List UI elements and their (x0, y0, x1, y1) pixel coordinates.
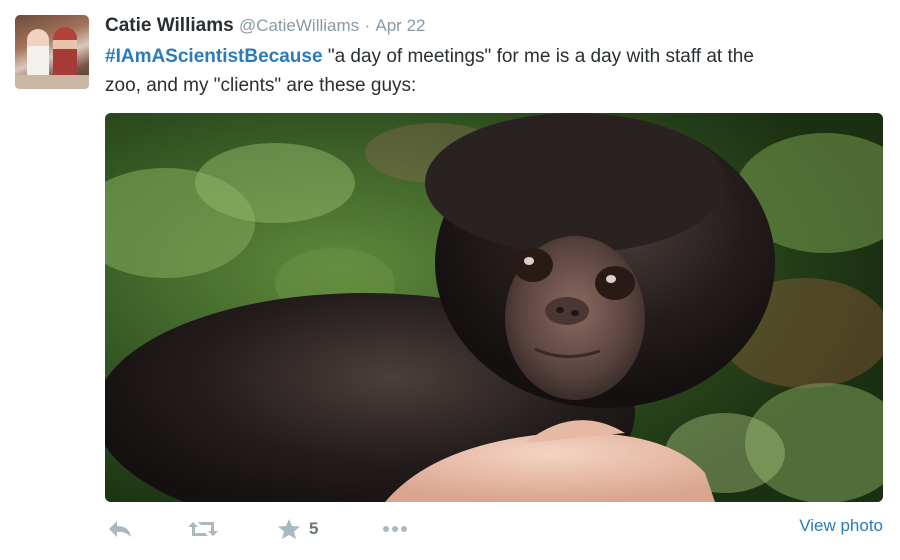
tweet-actions: 5 View photo (105, 514, 883, 544)
tweet-header: Catie Williams @CatieWilliams · Apr 22 (105, 14, 425, 38)
monkey-photo (105, 113, 883, 502)
avatar-table (15, 75, 89, 89)
author-name[interactable]: Catie Williams (105, 15, 234, 36)
author-handle[interactable]: @CatieWilliams (239, 16, 359, 35)
reply-button[interactable] (107, 514, 133, 544)
star-icon (277, 518, 301, 540)
avatar[interactable] (15, 15, 89, 89)
header-separator: · (364, 16, 371, 35)
hashtag-link[interactable]: #IAmAScientistBecause (105, 46, 323, 67)
retweet-icon (187, 518, 219, 540)
tweet-card: Catie Williams @CatieWilliams · Apr 22 #… (0, 0, 900, 560)
favorite-count: 5 (309, 519, 319, 538)
ellipsis-icon (381, 518, 409, 540)
reply-icon (107, 518, 133, 540)
tweet-text-line1: "a day of meetings" for me is a day with… (322, 46, 754, 67)
retweet-button[interactable] (187, 514, 219, 544)
more-button[interactable] (381, 514, 409, 544)
favorite-button[interactable]: 5 (277, 514, 318, 544)
tweet-date[interactable]: Apr 22 (375, 16, 425, 35)
tweet-text: #IAmAScientistBecause "a day of meetings… (105, 42, 885, 100)
tweet-photo[interactable] (105, 113, 883, 502)
view-photo-link[interactable]: View photo (799, 516, 883, 536)
tweet-text-line2: zoo, and my "clients" are these guys: (105, 75, 417, 96)
